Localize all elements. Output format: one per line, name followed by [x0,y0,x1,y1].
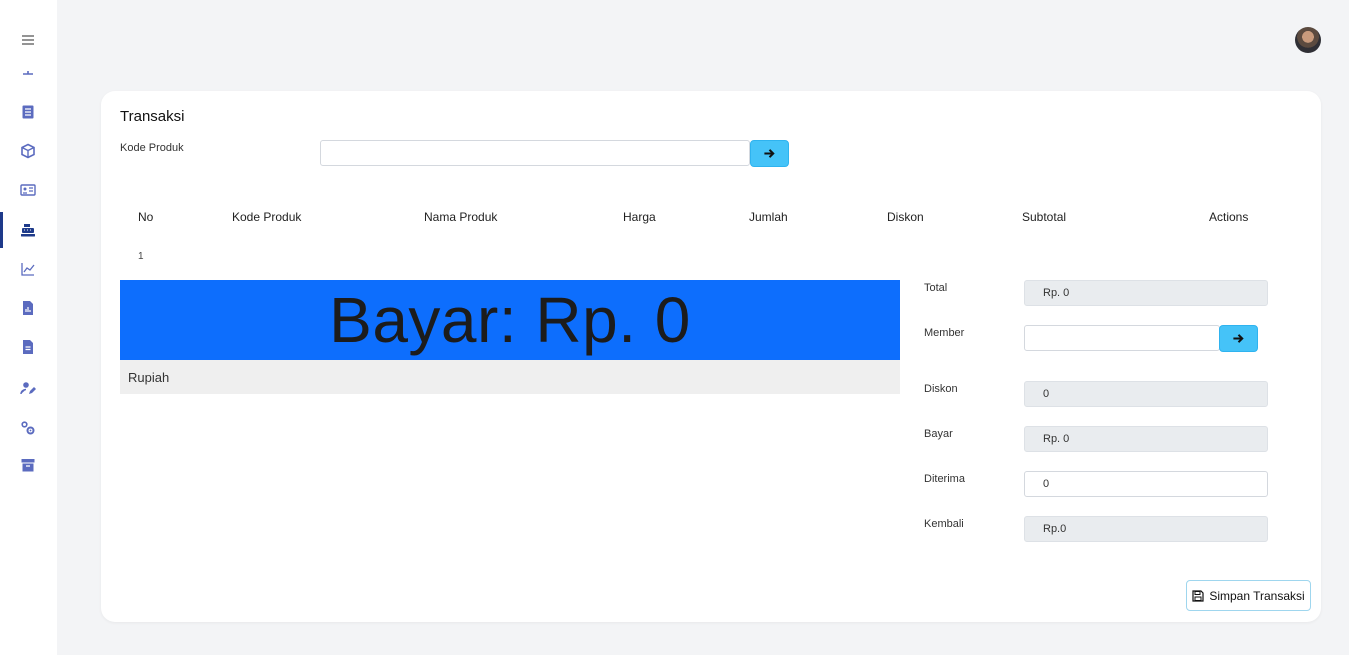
menu-icon[interactable] [18,30,38,50]
total-label: Total [924,282,948,294]
save-transaction-button[interactable]: Simpan Transaksi [1186,580,1311,611]
archive-icon[interactable] [18,455,38,475]
diterima-label: Diterima [924,473,965,485]
bayar-field: Rp. 0 [1024,426,1268,452]
diskon-field: 0 [1024,381,1268,407]
file-chart-icon[interactable] [18,298,38,318]
table-row: 1 [138,251,144,262]
file-text-icon[interactable] [18,337,38,357]
kode-produk-submit-button[interactable] [750,140,789,167]
user-edit-icon[interactable] [18,378,38,398]
bayar-display: Bayar: Rp. 0 [120,280,900,360]
total-field: Rp. 0 [1024,280,1268,306]
monitor-icon[interactable] [18,66,38,80]
gears-icon[interactable] [18,418,38,438]
arrow-right-icon [1233,334,1244,343]
th-kode-produk: Kode Produk [232,210,302,224]
sidebar [0,0,57,655]
th-diskon: Diskon [887,210,924,224]
id-card-icon[interactable] [18,180,38,200]
kode-produk-input[interactable] [320,140,750,166]
bayar-label: Bayar [924,428,953,440]
member-submit-button[interactable] [1219,325,1258,352]
th-jumlah: Jumlah [749,210,788,224]
diterima-input[interactable]: 0 [1024,471,1268,497]
member-input[interactable] [1024,325,1220,351]
th-harga: Harga [623,210,656,224]
terbilang-display: Rupiah [120,360,900,394]
th-subtotal: Subtotal [1022,210,1067,224]
arrow-right-icon [764,149,775,158]
th-no: No [138,210,154,224]
kode-produk-label: Kode Produk [120,142,184,154]
th-nama-produk: Nama Produk [424,210,498,224]
active-indicator [0,212,3,248]
transaction-card: Transaksi Kode Produk No Kode Produk Nam… [101,91,1321,622]
member-label: Member [924,327,965,339]
save-transaction-label: Simpan Transaksi [1209,588,1305,603]
bayar-display-text: Bayar: Rp. 0 [329,284,691,356]
kembali-label: Kembali [924,518,964,530]
th-actions: Actions [1209,210,1249,224]
page-title: Transaksi [120,108,185,125]
kembali-field: Rp.0 [1024,516,1268,542]
avatar[interactable] [1295,27,1321,53]
floppy-disk-icon [1192,589,1204,602]
box-icon[interactable] [18,141,38,161]
diskon-label: Diskon [924,383,958,395]
chart-line-icon[interactable] [18,259,38,279]
cash-register-icon[interactable] [18,220,38,240]
list-icon[interactable] [18,102,38,122]
